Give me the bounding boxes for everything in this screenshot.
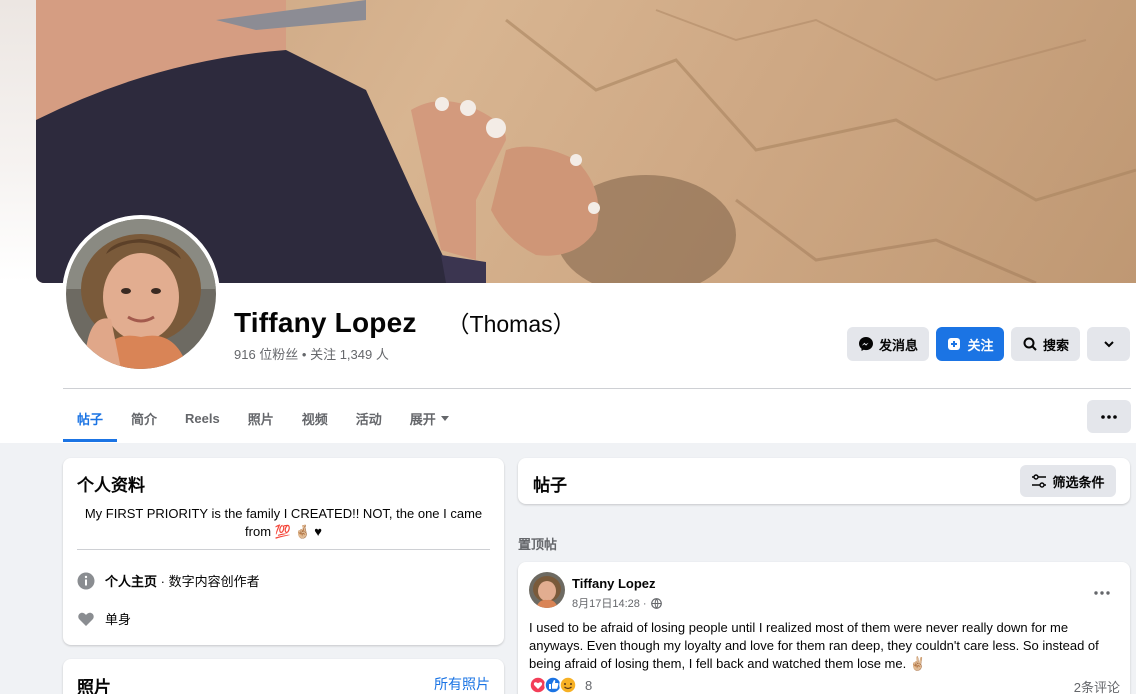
avatar-photo bbox=[66, 219, 216, 369]
relationship-status: 单身 bbox=[105, 612, 132, 627]
photos-title: 照片 bbox=[77, 678, 111, 694]
tab-label: 照片 bbox=[247, 411, 274, 427]
comment-count[interactable]: 2条评论 bbox=[1074, 677, 1120, 694]
post-options-button[interactable] bbox=[1094, 582, 1110, 600]
post-text: I used to be afraid of losing people unt… bbox=[529, 620, 1099, 671]
post-time-text: 8月17日14:28 · bbox=[572, 598, 647, 610]
filter-button-label: 筛选条件 bbox=[1052, 474, 1105, 490]
heart-icon bbox=[78, 612, 94, 626]
reaction-icons bbox=[529, 676, 577, 694]
search-icon bbox=[1023, 337, 1037, 351]
post-timestamp[interactable]: 8月17日14:28 · bbox=[572, 595, 662, 611]
tab-label: 视频 bbox=[301, 411, 328, 427]
all-photos-link[interactable]: 所有照片 bbox=[434, 674, 490, 694]
profile-avatar[interactable] bbox=[62, 215, 220, 373]
page-type-prefix: 个人主页 bbox=[105, 574, 158, 589]
posts-title: 帖子 bbox=[533, 476, 567, 495]
profile-dropdown-button[interactable] bbox=[1087, 327, 1130, 361]
follow-plus-icon bbox=[948, 338, 961, 350]
profile-tabs: 帖子 简介 Reels 照片 视频 活动 展开 bbox=[63, 395, 464, 443]
post-author-avatar[interactable] bbox=[529, 572, 565, 608]
followers-count[interactable]: 916 位粉丝 • 关注 1,349 人 bbox=[234, 344, 389, 363]
left-fade bbox=[0, 0, 36, 282]
tab-more[interactable]: 展开 bbox=[396, 395, 464, 441]
intro-title: 个人资料 bbox=[77, 476, 145, 495]
globe-icon bbox=[650, 597, 662, 609]
caret-down-icon bbox=[440, 416, 449, 421]
more-options-button[interactable] bbox=[1087, 400, 1131, 433]
intro-divider bbox=[77, 549, 490, 550]
intro-page-type: 个人主页 · 数字内容创作者 bbox=[77, 571, 260, 590]
chevron-down-icon bbox=[1103, 341, 1114, 348]
page-type-value: · 数字内容创作者 bbox=[157, 574, 260, 589]
intro-relationship: 单身 bbox=[77, 609, 131, 628]
search-button[interactable]: 搜索 bbox=[1011, 327, 1080, 361]
tab-events[interactable]: 活动 bbox=[342, 395, 396, 441]
filter-button[interactable]: 筛选条件 bbox=[1020, 465, 1116, 497]
info-icon bbox=[77, 572, 95, 589]
posts-header-card: 帖子 筛选条件 bbox=[518, 458, 1130, 504]
post-reactions[interactable]: 8 bbox=[529, 676, 592, 694]
intro-card: 个人资料 My FIRST PRIORITY is the family I C… bbox=[63, 458, 504, 645]
profile-header: Tiffany Lopez （Thomas） 916 位粉丝 • 关注 1,34… bbox=[0, 0, 1136, 443]
pinned-post-card: Tiffany Lopez 8月17日14:28 · I used to be … bbox=[518, 562, 1130, 694]
tab-reels[interactable]: Reels bbox=[171, 395, 234, 441]
messenger-icon bbox=[858, 337, 873, 351]
follow-button-label: 关注 bbox=[967, 337, 994, 353]
tab-label: 简介 bbox=[131, 411, 158, 427]
profile-alternate-name: （Thomas） bbox=[446, 311, 576, 337]
tab-label: 活动 bbox=[355, 411, 382, 427]
cover-image bbox=[36, 0, 1136, 283]
more-dots-icon bbox=[1101, 414, 1117, 419]
message-button[interactable]: 发消息 bbox=[847, 327, 929, 361]
intro-bio: My FIRST PRIORITY is the family I CREATE… bbox=[84, 506, 483, 539]
tab-label: Reels bbox=[185, 410, 220, 426]
reaction-count: 8 bbox=[585, 677, 593, 693]
profile-name-row: Tiffany Lopez （Thomas） bbox=[234, 305, 576, 339]
follow-button[interactable]: 关注 bbox=[936, 327, 1004, 361]
tab-videos[interactable]: 视频 bbox=[288, 395, 342, 441]
profile-name: Tiffany Lopez bbox=[234, 307, 417, 338]
cover-photo[interactable] bbox=[36, 0, 1136, 283]
filter-sliders-icon bbox=[1032, 474, 1047, 488]
tab-posts[interactable]: 帖子 bbox=[63, 395, 118, 442]
tab-photos[interactable]: 照片 bbox=[234, 395, 288, 441]
tab-label: 帖子 bbox=[77, 411, 104, 427]
photos-card: 照片 所有照片 bbox=[63, 659, 504, 694]
post-author-name[interactable]: Tiffany Lopez bbox=[572, 576, 656, 591]
message-button-label: 发消息 bbox=[878, 337, 918, 353]
header-divider bbox=[63, 388, 1131, 389]
pinned-label: 置顶帖 bbox=[518, 537, 558, 552]
more-dots-icon bbox=[1094, 591, 1110, 595]
tab-about[interactable]: 简介 bbox=[117, 395, 171, 441]
search-button-label: 搜索 bbox=[1042, 337, 1069, 353]
tab-label: 展开 bbox=[409, 411, 436, 427]
